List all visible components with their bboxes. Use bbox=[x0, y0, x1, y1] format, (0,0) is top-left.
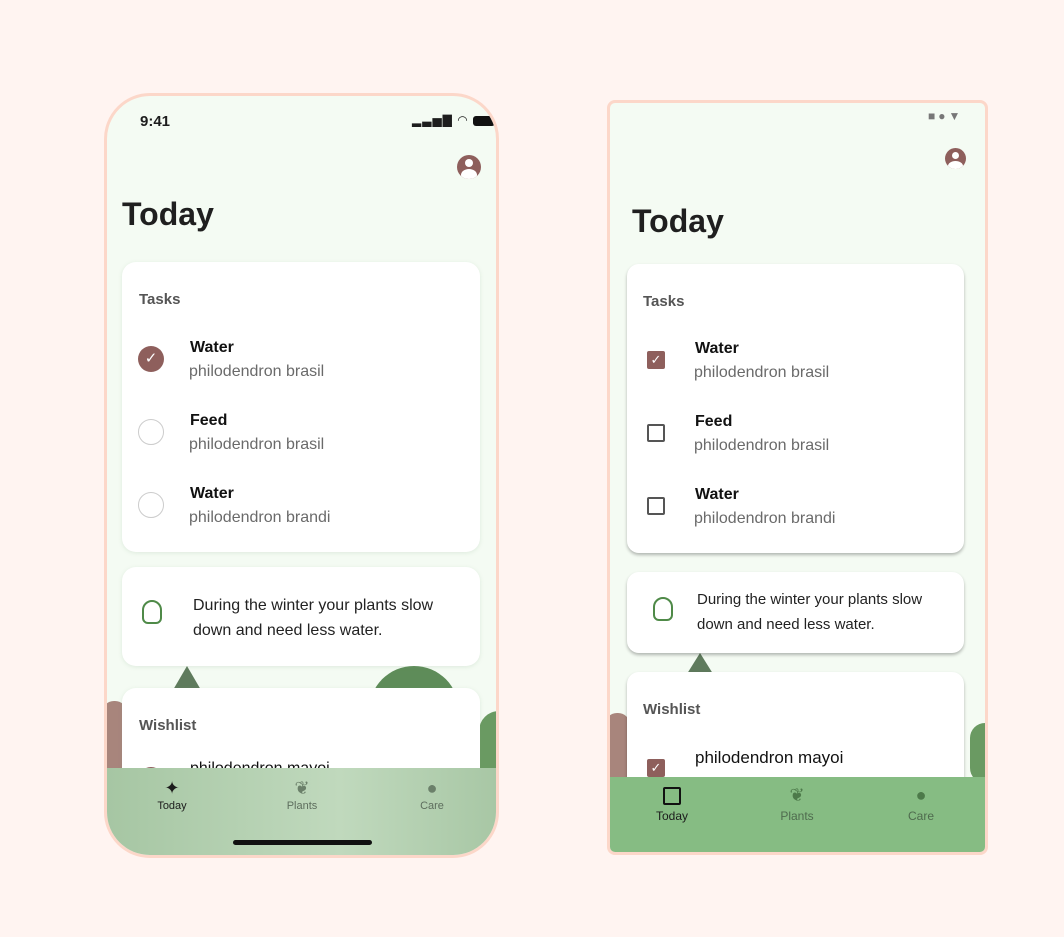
android-phone: ■●▼ Today Tasks ✓ Water philodendron bra… bbox=[607, 100, 988, 855]
tip-card: During the winter your plants slow down … bbox=[122, 567, 480, 666]
task-name: Water bbox=[695, 340, 739, 357]
checked-checkbox-icon[interactable]: ✓ bbox=[647, 351, 665, 369]
task-name: Water bbox=[190, 485, 234, 502]
tip-text: During the winter your plants slow down … bbox=[193, 597, 434, 639]
task-item[interactable]: Feed philodendron brasil bbox=[627, 413, 964, 473]
signal-icon: ▂▃▅▇ bbox=[412, 113, 453, 127]
unchecked-checkbox-icon[interactable] bbox=[647, 424, 665, 442]
lightbulb-icon: ● bbox=[426, 778, 438, 798]
status-time: 9:41 bbox=[140, 113, 171, 130]
task-plant: philodendron brandi bbox=[189, 509, 331, 526]
tab-label: Today bbox=[157, 800, 187, 812]
tab-bar: ✦ Today ❦ Plants ● Care bbox=[107, 768, 496, 855]
task-item[interactable]: Feed philodendron brasil bbox=[122, 412, 480, 472]
navigation-bar: Today ❦ Plants ● Care bbox=[610, 777, 985, 852]
leaf-icon: ❦ bbox=[294, 778, 310, 798]
home-indicator[interactable] bbox=[233, 840, 372, 845]
tab-today[interactable]: ✦ Today bbox=[147, 778, 197, 812]
tab-label: Today bbox=[655, 809, 689, 823]
page-title: Today bbox=[122, 196, 214, 232]
unchecked-circle-icon[interactable] bbox=[138, 492, 164, 518]
tab-today[interactable]: Today bbox=[647, 785, 697, 823]
task-plant: philodendron brandi bbox=[694, 510, 836, 527]
task-name: Feed bbox=[190, 412, 228, 429]
leaf-icon: ❦ bbox=[789, 785, 805, 805]
wishlist-heading: Wishlist bbox=[139, 717, 197, 734]
lightbulb-icon bbox=[142, 600, 162, 624]
system-icons: ■●▼ bbox=[928, 109, 963, 123]
task-plant: philodendron brasil bbox=[189, 363, 325, 380]
tab-label: Care bbox=[907, 809, 934, 823]
ios-phone: 9:41 ▂▃▅▇ ◠ Today Tasks ✓ Water philoden… bbox=[104, 93, 499, 858]
lightbulb-icon: ● bbox=[915, 785, 927, 805]
task-item[interactable]: ✓ Water philodendron brasil bbox=[122, 339, 480, 399]
checked-checkbox-icon[interactable]: ✓ bbox=[647, 759, 665, 777]
plant-illustration bbox=[970, 723, 985, 783]
tab-plants[interactable]: ❦ Plants bbox=[772, 785, 822, 823]
wishlist-heading: Wishlist bbox=[643, 701, 701, 718]
tab-plants[interactable]: ❦ Plants bbox=[277, 778, 327, 812]
tasks-card: Tasks ✓ Water philodendron brasil Feed p… bbox=[122, 262, 480, 552]
page-title: Today bbox=[632, 203, 724, 239]
tip-card: During the winter your plants slow down … bbox=[627, 572, 964, 653]
square-icon: ■ bbox=[928, 109, 939, 123]
battery-icon bbox=[473, 115, 496, 126]
wishlist-name: philodendron mayoi bbox=[695, 748, 844, 767]
tab-label: Care bbox=[420, 800, 444, 812]
task-plant: philodendron brasil bbox=[189, 436, 325, 453]
lightbulb-icon bbox=[653, 597, 673, 621]
tip-text: During the winter your plants slow down … bbox=[697, 591, 923, 633]
task-plant: philodendron brasil bbox=[694, 437, 830, 454]
sparkle-icon: ✦ bbox=[164, 778, 180, 798]
triangle-icon: ▼ bbox=[948, 109, 964, 123]
profile-avatar-icon[interactable] bbox=[457, 155, 481, 179]
task-name: Water bbox=[190, 339, 234, 356]
status-icons: ▂▃▅▇ ◠ bbox=[412, 113, 496, 127]
tasks-card: Tasks ✓ Water philodendron brasil Feed p… bbox=[627, 264, 964, 553]
tasks-heading: Tasks bbox=[643, 293, 685, 310]
task-item[interactable]: ✓ Water philodendron brasil bbox=[627, 340, 964, 400]
tab-care[interactable]: ● Care bbox=[896, 785, 946, 823]
task-name: Water bbox=[695, 486, 739, 503]
task-plant: philodendron brasil bbox=[694, 364, 830, 381]
wifi-icon: ◠ bbox=[457, 113, 469, 127]
tab-label: Plants bbox=[780, 809, 814, 823]
unchecked-circle-icon[interactable] bbox=[138, 419, 164, 445]
tab-label: Plants bbox=[286, 800, 318, 812]
calendar-icon bbox=[663, 787, 681, 805]
circle-icon: ● bbox=[938, 109, 949, 123]
unchecked-checkbox-icon[interactable] bbox=[647, 497, 665, 515]
task-name: Feed bbox=[695, 413, 733, 430]
tab-care[interactable]: ● Care bbox=[407, 778, 457, 812]
profile-avatar-icon[interactable] bbox=[945, 148, 966, 169]
task-item[interactable]: Water philodendron brandi bbox=[627, 486, 964, 546]
tasks-heading: Tasks bbox=[139, 291, 181, 308]
checked-circle-icon[interactable]: ✓ bbox=[138, 346, 164, 372]
task-item[interactable]: Water philodendron brandi bbox=[122, 485, 480, 545]
